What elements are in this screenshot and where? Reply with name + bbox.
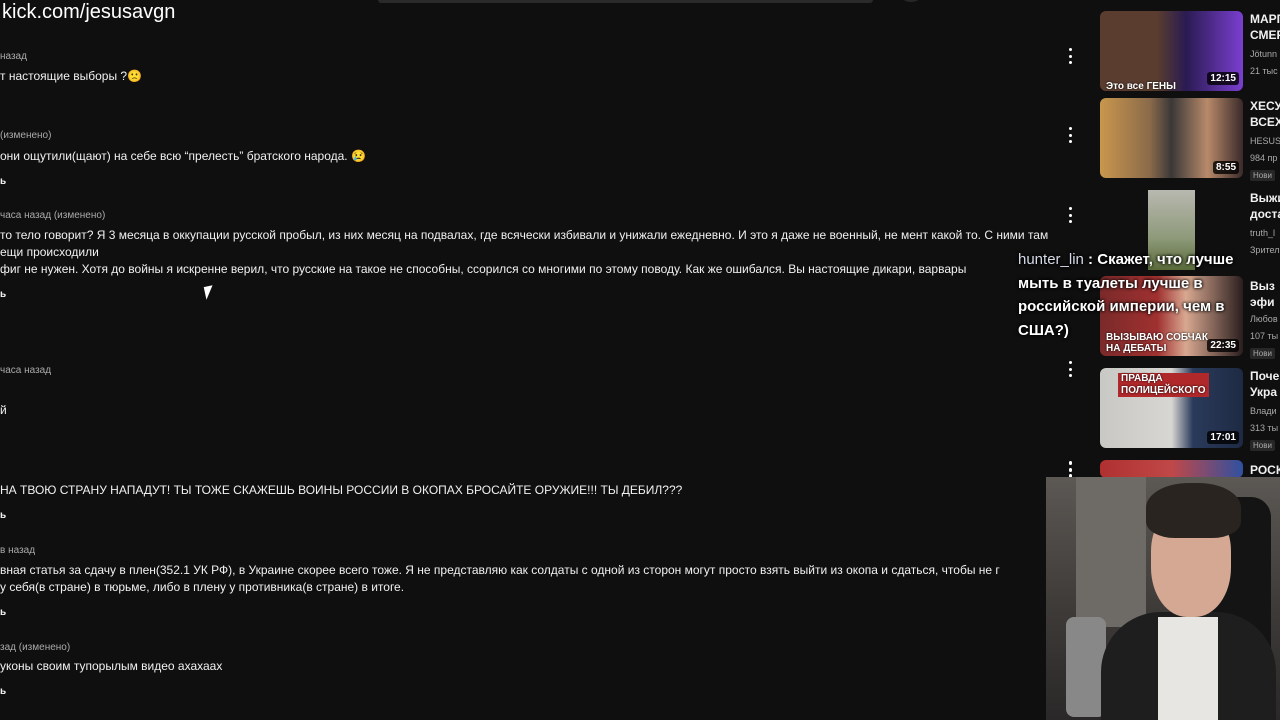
- comment-menu-icon[interactable]: [1064, 207, 1076, 223]
- comment-meta: зад (изменено): [0, 642, 71, 653]
- comment-text: т настоящие выборы ?🙁: [0, 69, 143, 83]
- stream-url-overlay: kick.com/jesusavgn: [2, 1, 176, 23]
- comment-text: вная статья за сдачу в плен(352.1 УК РФ)…: [0, 563, 1000, 594]
- comment-meta: в назад: [0, 545, 36, 556]
- video-title[interactable]: Поче Укра: [1250, 368, 1279, 400]
- reply-button[interactable]: ь: [0, 289, 6, 300]
- new-badge: Нови: [1250, 348, 1275, 359]
- new-badge: Нови: [1250, 440, 1275, 451]
- video-title[interactable]: РОСК: [1250, 462, 1280, 478]
- chat-message-overlay: hunter_lin : Скажет, что лучше мыть в ту…: [1018, 248, 1260, 342]
- comment-menu-icon[interactable]: [1064, 361, 1076, 377]
- video-thumbnail[interactable]: 8:55: [1100, 98, 1243, 178]
- video-thumbnail[interactable]: ПРАВДА ПОЛИЦЕЙСКОГО 17:01: [1100, 368, 1243, 448]
- reply-button[interactable]: ь: [0, 686, 6, 697]
- video-title[interactable]: Выжи доста: [1250, 190, 1280, 222]
- comment-text: то тело говорит? Я 3 месяца в оккупации …: [0, 228, 1049, 276]
- comment-text: НА ТВОЮ СТРАНУ НАПАДУТ! ТЫ ТОЖЕ СКАЖЕШЬ …: [0, 483, 683, 497]
- video-thumbnail[interactable]: [1100, 460, 1243, 478]
- video-menu-icon[interactable]: [1064, 462, 1076, 478]
- chat-username: hunter_lin: [1018, 251, 1084, 268]
- mouse-cursor-icon: [203, 285, 216, 300]
- channel-name[interactable]: HESUS: [1250, 136, 1280, 146]
- comment-menu-icon[interactable]: [1064, 48, 1076, 64]
- reply-button[interactable]: ь: [0, 510, 6, 521]
- reply-button[interactable]: ь: [0, 607, 6, 618]
- channel-name[interactable]: truth_l: [1250, 228, 1275, 238]
- thumbnail-caption: ПРАВДА ПОЛИЦЕЙСКОГО: [1118, 373, 1209, 397]
- channel-name[interactable]: Jötunn: [1250, 49, 1277, 59]
- comment-text: они ощутили(щают) на себе всю “прелесть”…: [0, 149, 366, 163]
- recommended-video[interactable]: ПРАВДА ПОЛИЦЕЙСКОГО 17:01 Поче Укра Влад…: [1100, 368, 1280, 452]
- webcam-overlay: [1046, 477, 1280, 720]
- comment-text: уконы своим тупорылым видео ахахаах: [0, 659, 223, 673]
- recommended-video[interactable]: Это все ГЕНЫ 12:15 МАРГ СМЕР Jötunn 21 т…: [1100, 11, 1280, 95]
- video-title[interactable]: ХЕСУ ВСЕХ: [1250, 98, 1280, 130]
- video-thumbnail[interactable]: Это все ГЕНЫ 12:15: [1100, 11, 1243, 91]
- chat-separator: :: [1083, 251, 1098, 268]
- view-count: 21 тыс: [1250, 66, 1278, 76]
- view-count: 984 пр: [1250, 153, 1278, 163]
- comment-meta: часа назад (изменено): [0, 210, 106, 221]
- thumbnail-caption: Это все ГЕНЫ: [1106, 81, 1176, 91]
- recommended-video[interactable]: 8:55 ХЕСУ ВСЕХ HESUS 984 пр Нови: [1100, 98, 1280, 182]
- video-duration: 17:01: [1207, 431, 1239, 444]
- comment-meta: назад: [0, 51, 27, 62]
- new-badge: Нови: [1250, 170, 1275, 181]
- comment-text: й: [0, 403, 7, 417]
- comment-meta: часа назад: [0, 365, 52, 376]
- comment-menu-icon[interactable]: [1064, 127, 1076, 143]
- view-count: 313 ты: [1250, 423, 1279, 433]
- comments-section: назад т настоящие выборы ?🙁 (изменено) о…: [0, 0, 1090, 720]
- video-duration: 12:15: [1207, 72, 1239, 85]
- video-duration: 8:55: [1212, 161, 1239, 174]
- video-title[interactable]: МАРГ СМЕР: [1250, 11, 1280, 43]
- channel-name[interactable]: Влади: [1250, 406, 1277, 416]
- comment-meta: (изменено): [0, 130, 52, 141]
- reply-button[interactable]: ь: [0, 176, 6, 187]
